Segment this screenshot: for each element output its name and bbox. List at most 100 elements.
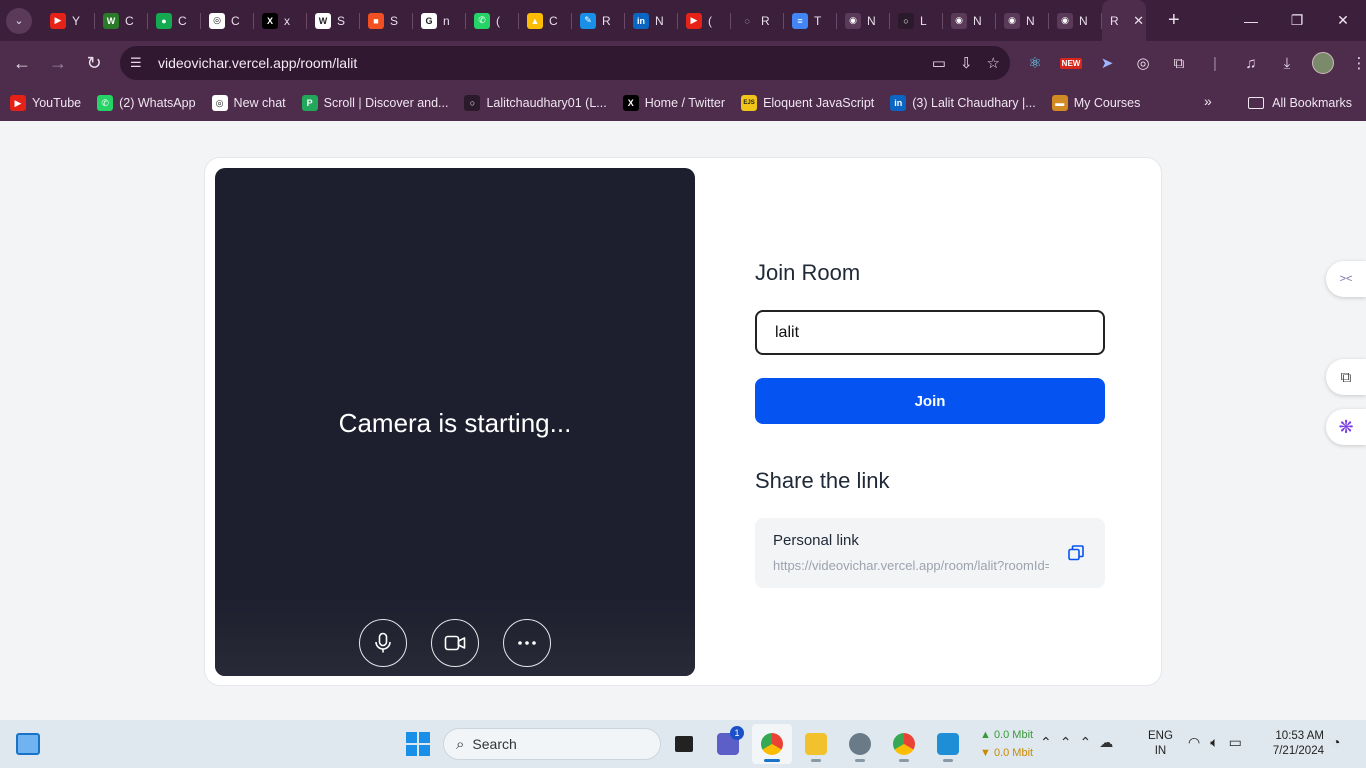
bookmark-item[interactable]: X Home / Twitter [622, 95, 725, 111]
tab[interactable]: ◉ N [1049, 0, 1102, 41]
tab[interactable]: ◉ N [996, 0, 1049, 41]
camera-button[interactable] [431, 619, 479, 667]
tab-label: L [920, 13, 927, 28]
tab[interactable]: ▲ C [519, 0, 572, 41]
more-options-button[interactable] [503, 619, 551, 667]
chrome-app[interactable] [752, 724, 792, 764]
tab[interactable]: ◌ R [731, 0, 784, 41]
taskbar-search[interactable]: ⌕ Search [443, 728, 661, 760]
bookmark-item[interactable]: ▶ YouTube [10, 95, 81, 111]
media-control-icon[interactable]: ♫ [1240, 52, 1262, 74]
language-indicator[interactable]: ENG IN [1148, 729, 1173, 759]
widgets-icon[interactable] [16, 733, 40, 755]
tab-label: C [231, 13, 240, 28]
tab[interactable]: ◉ N [837, 0, 890, 41]
all-bookmarks-button[interactable]: All Bookmarks [1248, 85, 1352, 121]
file-explorer-app[interactable] [796, 724, 836, 764]
system-status-icons[interactable]: ◠ 🔈︎ ▭ [1188, 734, 1242, 751]
forward-button[interactable]: → [40, 45, 76, 81]
tab[interactable]: ▶ Y [42, 0, 95, 41]
tab[interactable]: ◎ C [201, 0, 254, 41]
tab[interactable]: ≡ T [784, 0, 837, 41]
cursor-extension-icon[interactable]: ➤ [1096, 52, 1118, 74]
tab[interactable]: WS [307, 0, 360, 41]
new-tab-button[interactable]: + [1168, 9, 1180, 32]
address-bar[interactable]: ☰ videovichar.vercel.app/room/lalit ▭ ⇩ … [120, 46, 1010, 80]
tab-label: n [443, 13, 450, 28]
x-icon: X [262, 12, 278, 29]
menu-kebab-icon[interactable]: ⋮ [1348, 52, 1366, 74]
tab[interactable]: ✎ R [572, 0, 625, 41]
side-extension-tab[interactable]: >< [1326, 261, 1366, 297]
taskbar: ⌕ Search 1 ▲ 0.0 Mbit ▼ 0.0 Mbit ⌃ ⌃ ⌃ ☁… [0, 720, 1366, 768]
courses-icon: ▬ [1051, 95, 1068, 111]
tab[interactable]: ○ L [890, 0, 943, 41]
teams-app[interactable]: 1 [708, 724, 748, 764]
site-info-icon[interactable]: ☰ [130, 55, 146, 71]
tab[interactable]: ◉ N [943, 0, 996, 41]
bookmark-star-icon[interactable]: ☆ [987, 54, 1000, 72]
bookmark-item[interactable]: P Scroll | Discover and... [301, 95, 448, 111]
tab[interactable]: in N [625, 0, 678, 41]
bookmark-item[interactable]: EJS Eloquent JavaScript [741, 95, 874, 111]
tab-active[interactable]: R ✕ [1102, 0, 1146, 41]
cloud-icon[interactable]: ☁ [1099, 734, 1113, 751]
tab[interactable]: Gn [413, 0, 466, 41]
w-icon: W [103, 12, 119, 29]
profile-avatar[interactable] [1312, 52, 1334, 74]
install-app-icon[interactable]: ⇩ [960, 54, 973, 72]
room-id-input[interactable] [755, 310, 1105, 355]
join-button[interactable]: Join [755, 378, 1105, 424]
tab[interactable]: ■ S [360, 0, 413, 41]
back-button[interactable]: ← [4, 45, 40, 81]
bookmark-item[interactable]: ◎ New chat [211, 95, 286, 111]
vscode-app[interactable] [928, 724, 968, 764]
join-room-heading: Join Room [755, 260, 861, 285]
translate-widget[interactable]: ⧉ [1326, 359, 1366, 395]
reload-button[interactable]: ↻ [76, 45, 112, 81]
url-text[interactable]: videovichar.vercel.app/room/lalit [158, 55, 357, 71]
tab-label: S [390, 13, 399, 28]
settings-app[interactable] [840, 724, 880, 764]
close-tab-icon[interactable]: ✕ [1133, 13, 1144, 29]
w-colon-icon: W [315, 12, 331, 29]
tab-search-button[interactable]: ⌄ [6, 7, 32, 34]
linkedin-icon: in [633, 12, 649, 29]
x-icon: X [622, 95, 639, 111]
react-devtools-icon[interactable]: ⚛ [1024, 52, 1046, 74]
start-button[interactable] [406, 732, 430, 756]
download-icon[interactable]: ⤓ [1276, 52, 1298, 74]
puzzle-icon[interactable]: ⧉ [1168, 52, 1190, 74]
copy-link-button[interactable] [1067, 544, 1085, 567]
minimize-button[interactable]: — [1228, 0, 1274, 41]
bookmark-item[interactable]: ✆ (2) WhatsApp [97, 95, 196, 111]
microphone-button[interactable] [359, 619, 407, 667]
bookmark-item[interactable]: ▬ My Courses [1051, 95, 1140, 111]
target-extension-icon[interactable]: ◎ [1132, 52, 1154, 74]
tab[interactable]: ▶( [678, 0, 731, 41]
ai-assistant-widget[interactable]: ❋ [1326, 409, 1366, 445]
bookmark-item[interactable]: ○ Lalitchaudhary01 (L... [464, 95, 607, 111]
notifications-icon[interactable]: ◔ [1332, 734, 1340, 750]
chevron-up-icon[interactable]: ⌃ [1060, 734, 1072, 751]
tab[interactable]: WC [95, 0, 148, 41]
scroll-icon: P [301, 95, 318, 111]
translate-icon: ⧉ [1340, 368, 1352, 386]
tab[interactable]: Xx [254, 0, 307, 41]
maximize-button[interactable]: ❐ [1274, 0, 1320, 41]
more-bookmarks-icon[interactable]: » [1204, 93, 1212, 109]
github-icon: ○ [898, 12, 914, 29]
chevron-up-icon[interactable]: ⌃ [1079, 734, 1091, 751]
bookmark-item[interactable]: in (3) Lalit Chaudhary |... [890, 95, 1036, 111]
chevron-up-icon[interactable]: ⌃ [1040, 734, 1052, 751]
bookmark-label: Eloquent JavaScript [763, 96, 875, 110]
new-extension-icon[interactable]: NEW [1059, 52, 1083, 74]
camera-permission-icon[interactable]: ▭ [932, 54, 946, 72]
tab-label: ( [496, 13, 500, 28]
task-view-button[interactable] [664, 724, 704, 764]
chrome-profile-app[interactable] [884, 724, 924, 764]
tab[interactable]: ✆( [466, 0, 519, 41]
close-window-button[interactable]: ✕ [1320, 0, 1366, 41]
clock[interactable]: 10:53 AM 7/21/2024 [1262, 729, 1324, 759]
tab[interactable]: ● C [148, 0, 201, 41]
